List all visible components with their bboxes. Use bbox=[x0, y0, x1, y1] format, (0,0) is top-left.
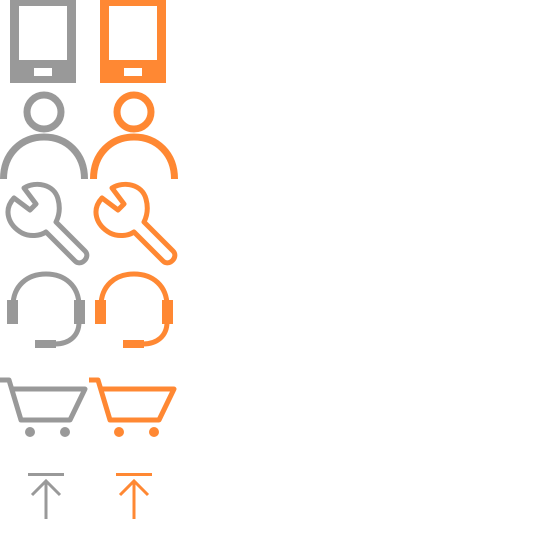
wrench-icon bbox=[88, 178, 180, 270]
wrench-icon bbox=[0, 178, 92, 270]
headset-icon bbox=[93, 270, 175, 350]
shopping-cart-icon bbox=[89, 377, 177, 439]
user-icon bbox=[90, 91, 178, 181]
headset-icon bbox=[5, 270, 87, 350]
back-to-top-icon[interactable] bbox=[28, 473, 64, 519]
tablet-icon bbox=[100, 0, 166, 83]
icon-sprite-sheet bbox=[0, 0, 537, 540]
tablet-icon bbox=[10, 0, 76, 83]
back-to-top-icon[interactable] bbox=[116, 473, 152, 519]
shopping-cart-icon bbox=[0, 377, 88, 439]
user-icon bbox=[0, 91, 88, 181]
